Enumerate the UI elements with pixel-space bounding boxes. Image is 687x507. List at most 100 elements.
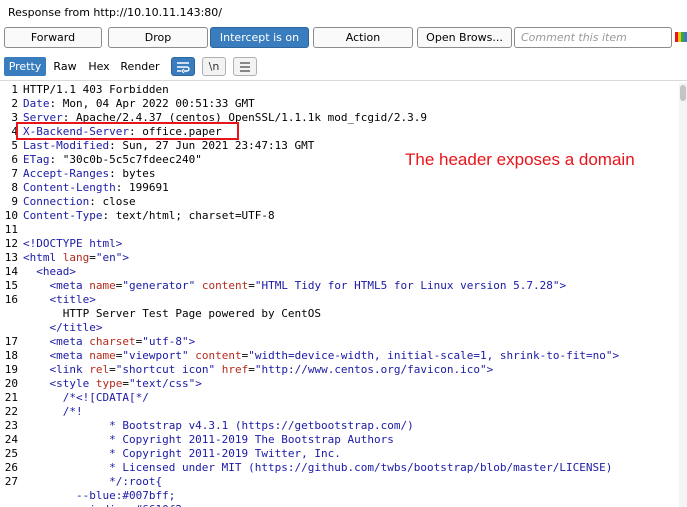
tab-pretty[interactable]: Pretty (4, 57, 46, 76)
annotation-note: The header exposes a domain (405, 150, 635, 169)
code-token: content (201, 279, 249, 292)
code-text: /*<![CDATA[*/ (23, 391, 149, 405)
code-text: Connection: close (23, 195, 136, 208)
line-number: 10 (4, 209, 18, 222)
tab-render[interactable]: Render (117, 57, 163, 76)
header-value: close (95, 195, 136, 208)
code-text: * Copyright 2011-2019 Twitter, Inc. (23, 447, 341, 461)
code-token: "generator" (122, 279, 202, 292)
drop-button[interactable]: Drop (108, 27, 208, 48)
code-line: 22 /*! (0, 405, 680, 419)
header-value: 199691 (122, 181, 169, 194)
code-token: * Copyright 2011-2019 The Bootstrap Auth… (109, 433, 394, 446)
scrollbar-thumb[interactable] (680, 85, 686, 101)
action-button[interactable]: Action (313, 27, 413, 48)
code-line: 13 <html lang="en"> (0, 251, 680, 265)
line-number: 23 (4, 419, 18, 432)
highlight-marker-icon[interactable] (674, 29, 687, 45)
code-line: 25 * Copyright 2011-2019 Twitter, Inc. (0, 447, 680, 461)
backend-server-highlight-box (16, 122, 239, 140)
word-wrap-button[interactable] (171, 57, 195, 76)
code-text: * Licensed under MIT (https://github.com… (23, 461, 612, 475)
code-line: 19 <link rel="shortcut icon" href="http:… (0, 363, 680, 377)
code-token: "text/css" (128, 377, 196, 390)
tab-raw[interactable]: Raw (49, 57, 81, 76)
code-token: "en" (95, 251, 123, 264)
view-mode-tabs: Pretty Raw Hex Render \n (4, 57, 687, 77)
line-number: 17 (4, 335, 18, 348)
code-text: ETag: "30c0b-5c5c7fdeec240" (23, 153, 202, 166)
line-number: 7 (11, 167, 18, 180)
code-line: 15 <meta name="generator" content="HTML … (0, 279, 680, 293)
comment-input[interactable]: Comment this item (514, 27, 672, 48)
line-number: 21 (4, 391, 18, 404)
header-name: ETag (23, 153, 50, 166)
code-token: > (486, 363, 494, 376)
code-text: Content-Type: text/html; charset=UTF-8 (23, 209, 275, 222)
header-value: Sun, 27 Jun 2021 23:47:13 GMT (115, 139, 315, 152)
header-value: Mon, 04 Apr 2022 00:51:33 GMT (56, 97, 255, 110)
forward-button[interactable]: Forward (4, 27, 102, 48)
code-token: * Bootstrap v4.3.1 (https://getbootstrap… (109, 419, 414, 432)
window-title: Response from http://10.10.11.143:80/ (8, 6, 223, 19)
hamburger-menu-icon (240, 61, 250, 72)
code-token: "http://www.centos.org/favicon.ico" (254, 363, 487, 376)
code-token: = (109, 363, 116, 376)
code-text: Date: Mon, 04 Apr 2022 00:51:33 GMT (23, 97, 255, 110)
intercept-toolbar: Forward Drop Intercept is on Action Open… (4, 27, 687, 48)
header-name: Date (23, 97, 50, 110)
code-line: 18 <meta name="viewport" content="width=… (0, 349, 680, 363)
code-line: 20 <style type="text/css"> (0, 377, 680, 391)
options-menu-button[interactable] (233, 57, 257, 76)
code-token: type (95, 377, 123, 390)
code-text: Accept-Ranges: bytes (23, 167, 156, 180)
header-name: Accept-Ranges (23, 167, 110, 180)
line-number: 2 (11, 97, 18, 110)
line-number: 26 (4, 461, 18, 474)
toolbar-divider (0, 80, 687, 81)
code-text: --indigo:#6610f2 (23, 503, 182, 507)
line-number: 9 (11, 195, 18, 208)
code-token: "HTML Tidy for HTML5 for Linux version 5… (254, 279, 560, 292)
code-line: --blue:#007bff; (0, 489, 680, 503)
word-wrap-icon (177, 61, 190, 73)
response-editor[interactable]: 1 HTTP/1.1 403 Forbidden 2 Date: Mon, 04 Ap… (0, 83, 687, 507)
header-value: bytes (115, 167, 156, 180)
code-text: Content-Length: 199691 (23, 181, 169, 194)
line-number: 11 (4, 223, 18, 236)
code-line: 1 HTTP/1.1 403 Forbidden (0, 83, 680, 97)
line-number: 12 (4, 237, 18, 250)
code-line: 14 <head> (0, 265, 680, 279)
code-token: <html (23, 251, 63, 264)
code-line: 23 * Bootstrap v4.3.1 (https://getbootst… (0, 419, 680, 433)
open-browser-button[interactable]: Open Brows... (417, 27, 512, 48)
code-token: "viewport" (122, 349, 196, 362)
intercept-toggle-button[interactable]: Intercept is on (210, 27, 309, 48)
code-token: > (559, 279, 567, 292)
tab-hex[interactable]: Hex (84, 57, 114, 76)
show-newlines-button[interactable]: \n (202, 57, 226, 76)
line-number: 20 (4, 377, 18, 390)
code-token: /*! (62, 405, 83, 418)
line-number: 16 (4, 293, 18, 306)
code-line: --indigo:#6610f2 (0, 503, 680, 507)
code-token: /*<![CDATA[*/ (62, 391, 149, 404)
vertical-scrollbar[interactable] (679, 83, 687, 507)
code-line: 17 <meta charset="utf-8"> (0, 335, 680, 349)
code-line: HTTP Server Test Page powered by CentOS (0, 307, 680, 321)
line-number: 6 (11, 153, 18, 166)
line-number: 8 (11, 181, 18, 194)
line-number: 1 (11, 83, 18, 96)
code-text: HTTP/1.1 403 Forbidden (23, 83, 169, 96)
line-number: 25 (4, 447, 18, 460)
code-text: --blue:#007bff; (23, 489, 175, 503)
code-token: <meta (49, 335, 90, 348)
